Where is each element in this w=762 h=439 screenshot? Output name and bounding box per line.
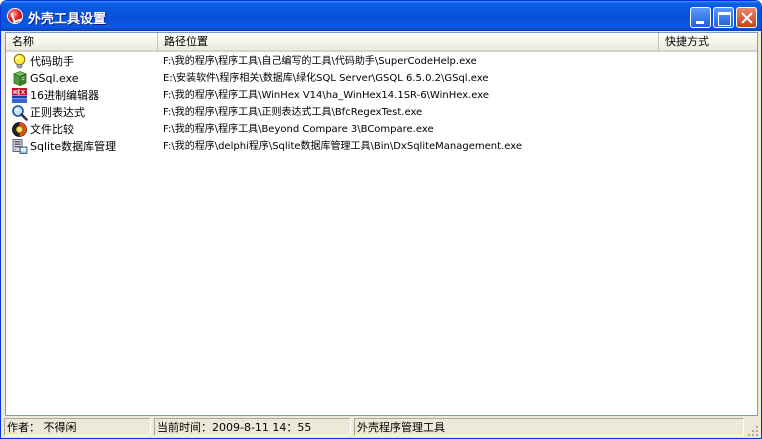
maximize-button[interactable] (713, 7, 734, 28)
status-author: 作者： 不得闲 (4, 418, 151, 436)
item-path: F:\我的程序\delphi程序\Sqlite数据库管理工具\Bin\DxSql… (163, 141, 522, 152)
minimize-button[interactable] (690, 7, 711, 28)
list-header: 名称 路径位置 快捷方式 (6, 33, 757, 52)
server-icon (11, 138, 28, 155)
list-item[interactable]: Sqlite数据库管理 F:\我的程序\delphi程序\Sqlite数据库管理… (6, 138, 757, 155)
column-header-path[interactable]: 路径位置 (158, 33, 659, 51)
list-item[interactable]: 16进制编辑器 F:\我的程序\程序工具\WinHex V14\ha_WinHe… (6, 87, 757, 104)
item-path: F:\我的程序\程序工具\正则表达式工具\BfcRegexTest.exe (163, 107, 423, 118)
close-button[interactable] (736, 7, 757, 28)
item-path: E:\安装软件\程序相关\数据库\绿化SQL Server\GSQL 6.5.0… (163, 73, 489, 84)
item-name: 16进制编辑器 (30, 89, 99, 102)
main-window: 外壳工具设置 名称 路径位置 快捷方式 代码助手 F:\我的程序\程序工具\自己… (0, 0, 762, 439)
status-bar: 作者： 不得闲 当前时间：2009-8-11 14：55 外壳程序管理工具 (1, 417, 761, 438)
item-path: F:\我的程序\程序工具\自己编写的工具\代码助手\SuperCodeHelp.… (163, 56, 477, 67)
item-name: GSql.exe (30, 72, 79, 85)
lightbulb-icon (11, 53, 28, 70)
list-item[interactable]: 正则表达式 F:\我的程序\程序工具\正则表达式工具\BfcRegexTest.… (6, 104, 757, 121)
window-title: 外壳工具设置 (28, 12, 107, 27)
database-book-icon (11, 70, 28, 87)
status-app-name: 外壳程序管理工具 (354, 418, 744, 436)
status-time: 当前时间：2009-8-11 14：55 (154, 418, 351, 436)
column-header-shortcut[interactable]: 快捷方式 (659, 33, 757, 51)
list-item[interactable]: 代码助手 F:\我的程序\程序工具\自己编写的工具\代码助手\SuperCode… (6, 53, 757, 70)
item-name: 正则表达式 (30, 106, 85, 119)
magnifier-icon (11, 104, 28, 121)
item-path: F:\我的程序\程序工具\WinHex V14\ha_WinHex14.1SR-… (163, 90, 490, 101)
item-name: 文件比较 (30, 123, 74, 136)
column-header-name[interactable]: 名称 (6, 33, 158, 51)
app-icon[interactable] (7, 8, 23, 24)
compare-icon (11, 121, 28, 138)
resize-grip-icon[interactable] (747, 425, 759, 437)
item-name: Sqlite数据库管理 (30, 140, 117, 153)
item-name: 代码助手 (30, 55, 74, 68)
list-item[interactable]: GSql.exe E:\安装软件\程序相关\数据库\绿化SQL Server\G… (6, 70, 757, 87)
list-item[interactable]: 文件比较 F:\我的程序\程序工具\Beyond Compare 3\BComp… (6, 121, 757, 138)
hex-editor-icon (11, 87, 28, 104)
tool-list-view[interactable]: 名称 路径位置 快捷方式 代码助手 F:\我的程序\程序工具\自己编写的工具\代… (5, 32, 758, 416)
title-bar[interactable]: 外壳工具设置 (1, 1, 761, 31)
item-path: F:\我的程序\程序工具\Beyond Compare 3\BCompare.e… (163, 124, 434, 135)
